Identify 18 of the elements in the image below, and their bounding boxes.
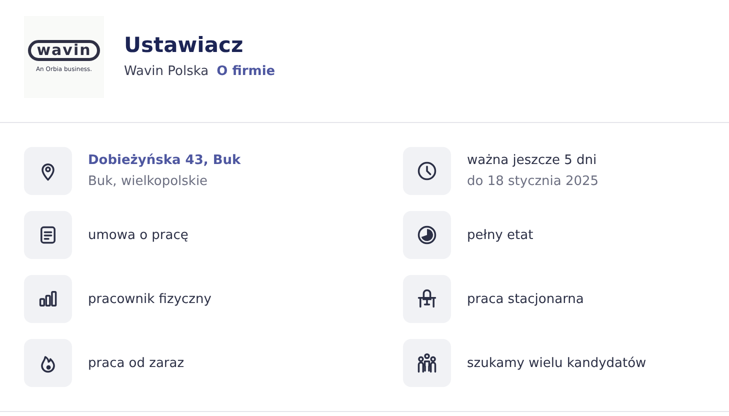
detail-text: szukamy wielu kandydatów bbox=[467, 354, 646, 372]
detail-text: praca od zaraz bbox=[88, 354, 184, 372]
job-title: Ustawiacz bbox=[124, 32, 244, 58]
clock-icon bbox=[416, 160, 438, 182]
address-link[interactable]: Dobieżyńska 43, Buk bbox=[88, 150, 241, 171]
detail-text: ważna jeszcze 5 dni bbox=[467, 152, 598, 170]
desk-icon bbox=[416, 288, 438, 310]
detail-subtext: do 18 stycznia 2025 bbox=[467, 173, 599, 191]
detail-text: praca stacjonarna bbox=[467, 290, 584, 308]
detail-text: pracownik fizyczny bbox=[88, 290, 212, 308]
pie-chart-icon bbox=[416, 224, 438, 246]
company-name: Wavin Polska bbox=[124, 63, 209, 82]
detail-text: umowa o pracę bbox=[88, 226, 188, 244]
detail-text: pełny etat bbox=[467, 226, 534, 244]
logo-wordmark: wavin bbox=[28, 40, 100, 61]
group-icon bbox=[416, 352, 438, 374]
detail-subtext: Buk, wielkopolskie bbox=[88, 173, 209, 191]
company-link[interactable]: O firmie bbox=[216, 62, 276, 82]
